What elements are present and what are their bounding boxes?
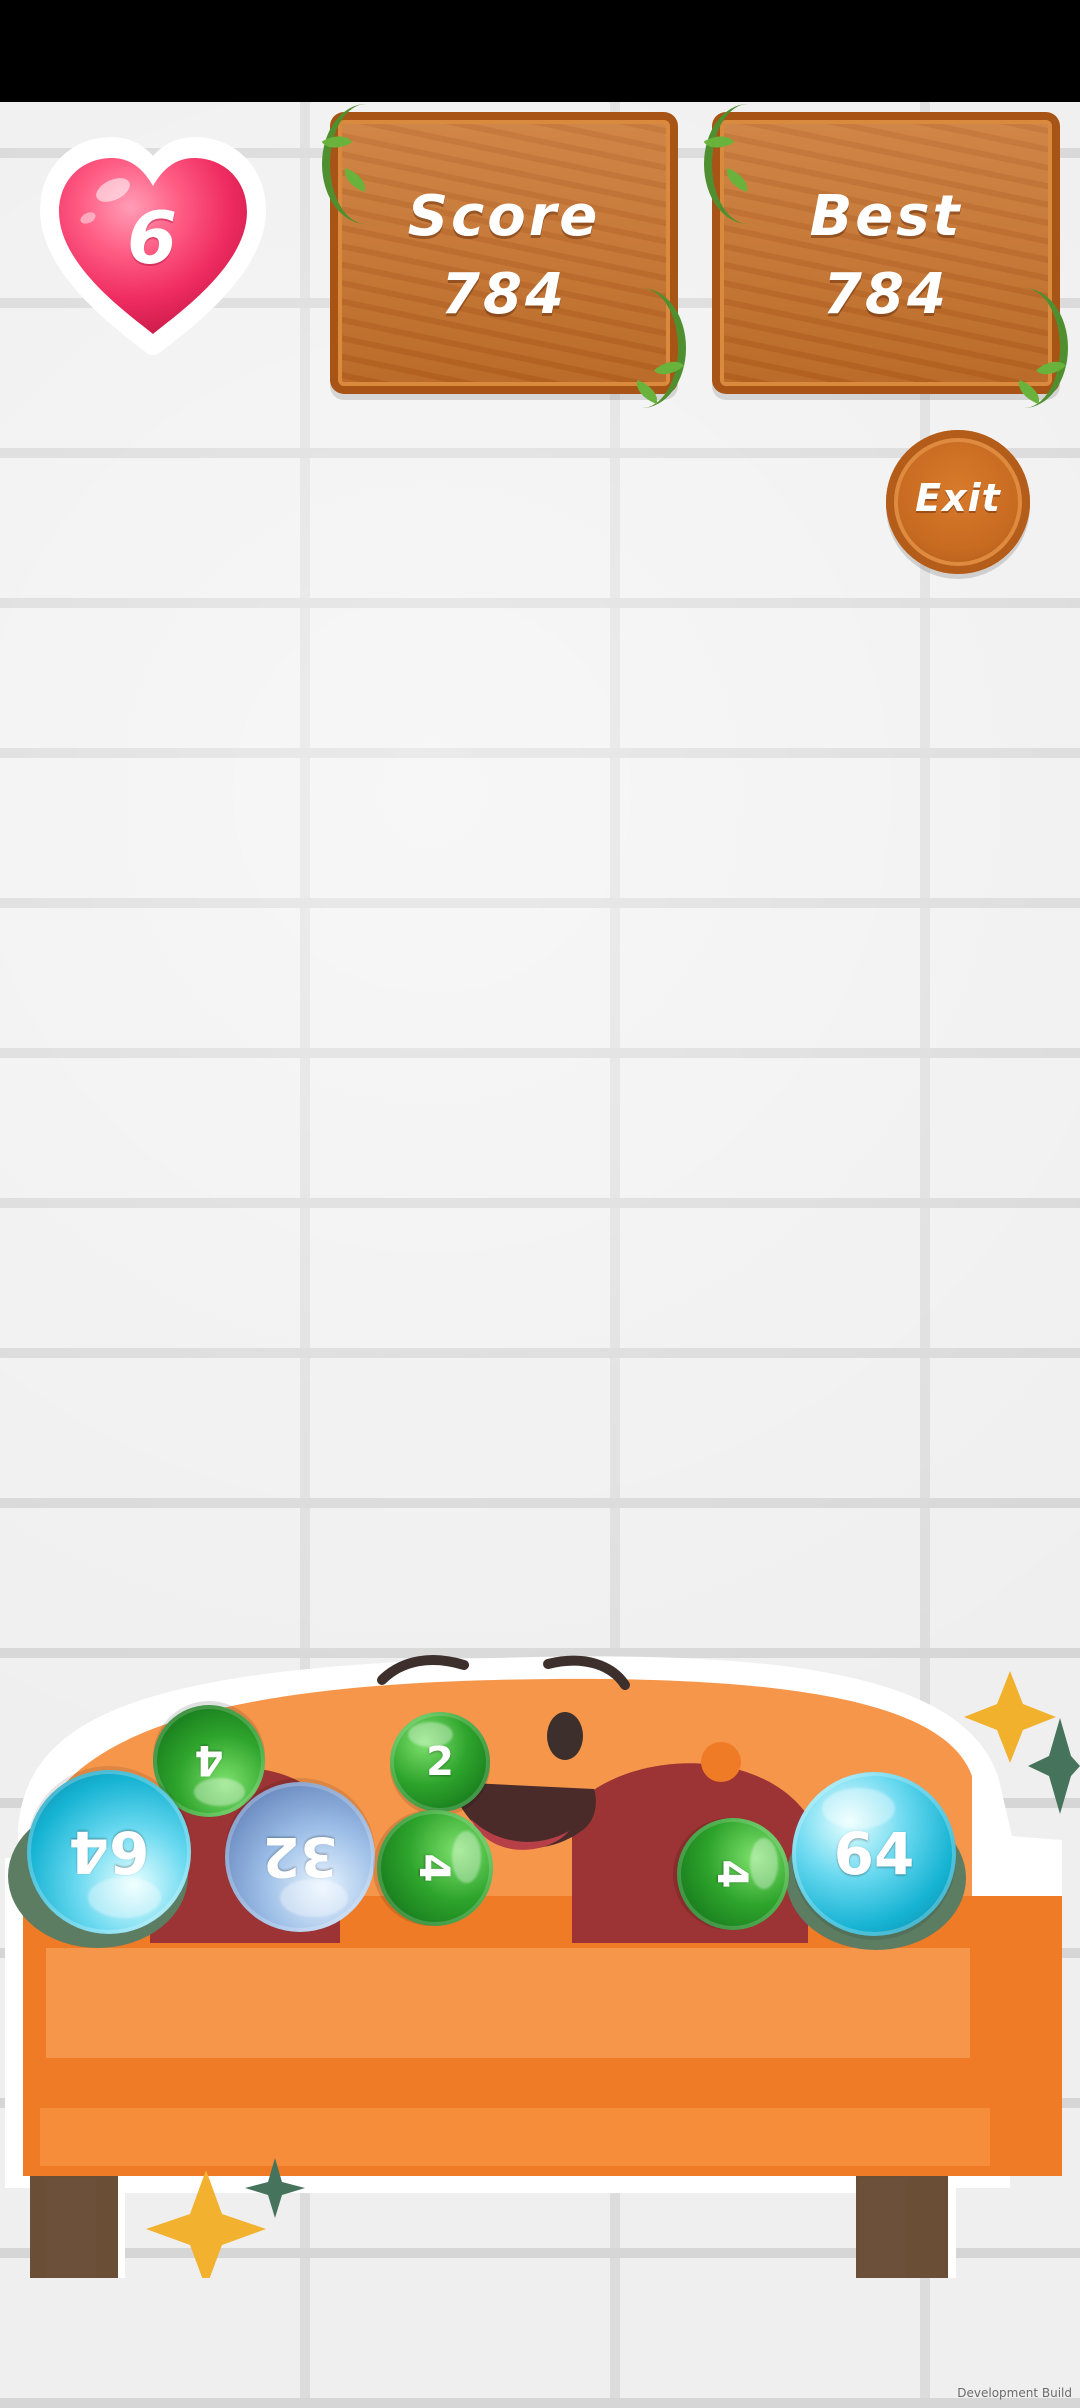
lives-count: 6 [126, 196, 180, 280]
ball-value: 2 [426, 1739, 454, 1785]
score-value: 784 [441, 262, 567, 327]
exit-button-label: Exit [915, 476, 1001, 520]
best-value: 784 [823, 262, 949, 327]
ball-value: 64 [833, 1820, 915, 1888]
ball-64[interactable]: 64 [27, 1770, 191, 1934]
best-board: Best 784 [703, 104, 1068, 408]
ball-64[interactable]: 64 [792, 1772, 956, 1936]
ball-4[interactable]: 4 [677, 1818, 789, 1930]
ball-value: 4 [194, 1736, 224, 1786]
development-build-label: Development Build [957, 2386, 1072, 2400]
lives-heart: 6 [28, 130, 278, 360]
exit-button[interactable]: Exit [886, 430, 1030, 574]
sofa-container [0, 1588, 1080, 2278]
ball-4[interactable]: 4 [377, 1810, 493, 1926]
sofa-illustration [5, 1655, 1080, 2278]
status-bar [0, 0, 1080, 102]
ball-value: 4 [410, 1853, 460, 1883]
score-label: Score [407, 184, 601, 249]
ball-value: 64 [68, 1818, 150, 1886]
best-label: Best [809, 184, 963, 249]
ball-2[interactable]: 2 [390, 1712, 490, 1812]
ball-value: 32 [262, 1825, 338, 1889]
ball-32[interactable]: 32 [225, 1782, 375, 1932]
ball-value: 4 [708, 1859, 758, 1889]
score-board: Score 784 [321, 104, 686, 408]
